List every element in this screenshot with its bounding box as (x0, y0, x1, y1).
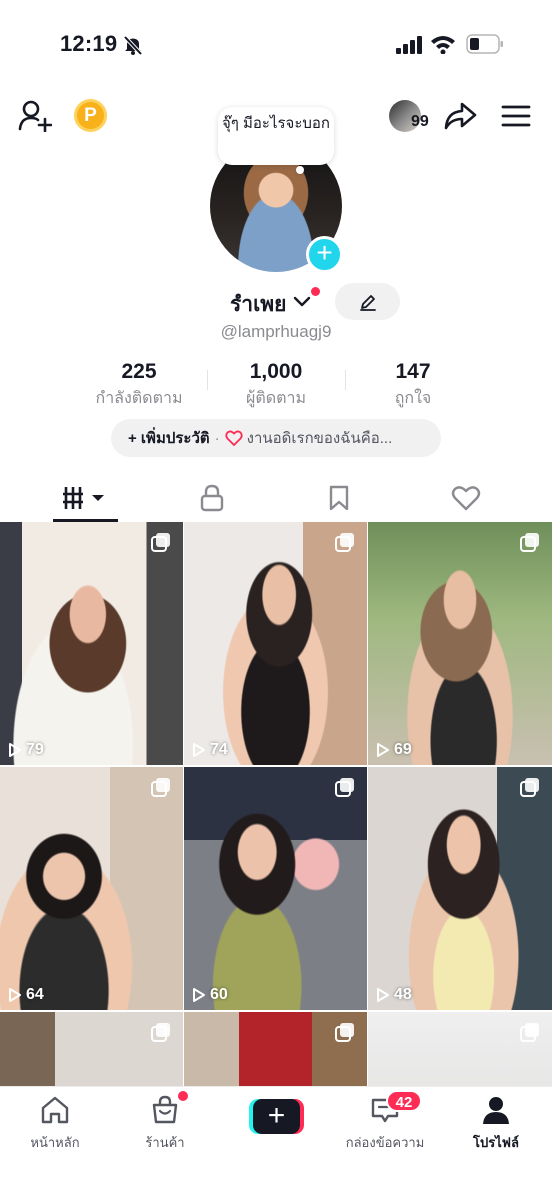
play-icon (193, 743, 205, 757)
friends-count: 99 (411, 113, 429, 130)
multi-photo-icon (520, 778, 539, 797)
create-button[interactable]: + (249, 1099, 304, 1134)
multi-photo-icon (335, 1023, 354, 1042)
multi-photo-icon (151, 778, 170, 797)
bio-hint-text: งานอดิเรกของฉันคือ... (246, 430, 393, 447)
menu-icon[interactable] (501, 104, 531, 128)
view-count: 74 (192, 741, 228, 759)
play-icon (193, 988, 205, 1002)
stat-likes[interactable]: 147 ถูกใจ (333, 360, 493, 411)
shop-notification-dot (178, 1091, 188, 1101)
chevron-down-icon[interactable] (293, 295, 311, 309)
add-story-plus-icon[interactable]: + (306, 236, 343, 273)
stat-following-label: กำลังติดตาม (95, 390, 183, 407)
stat-following[interactable]: 225 กำลังติดตาม (59, 360, 219, 411)
play-icon (9, 988, 21, 1002)
play-icon (377, 988, 389, 1002)
nav-profile[interactable]: โปรไฟล์ (451, 1095, 541, 1153)
bottom-nav: หน้าหลัก ร้านค้า + กล่องข้อความ 42 โปรไฟ… (0, 1086, 552, 1200)
video-grid: 79 74 69 64 60 48 (0, 522, 552, 1086)
stat-likes-label: ถูกใจ (394, 390, 432, 407)
tab-favorites[interactable] (307, 478, 371, 518)
play-icon (9, 743, 21, 757)
profile-icon (483, 1097, 509, 1124)
view-count: 48 (376, 986, 412, 1004)
stat-followers-value: 1,000 (249, 360, 303, 383)
view-count: 79 (8, 741, 44, 759)
video-thumbnail[interactable]: 79 (0, 522, 183, 765)
note-bubble-tail (296, 166, 304, 174)
edit-profile-button[interactable] (335, 283, 400, 320)
inbox-badge: 42 (386, 1090, 422, 1112)
status-time: 12:19 (60, 31, 118, 56)
nav-home[interactable]: หน้าหลัก (10, 1095, 100, 1153)
view-count-value: 69 (394, 741, 412, 758)
multi-photo-icon (520, 533, 539, 552)
view-count-value: 74 (210, 741, 228, 758)
tab-private[interactable] (180, 478, 244, 518)
add-bio-button[interactable]: + เพิ่มประวัติ · งานอดิเรกของฉันคือ... (111, 419, 441, 457)
nav-inbox-label: กล่องข้อความ (345, 1135, 425, 1150)
stat-likes-value: 147 (395, 360, 431, 383)
battery-icon (466, 34, 503, 54)
video-thumbnail[interactable]: 60 (184, 767, 367, 1010)
multi-photo-icon (520, 1023, 539, 1042)
username: @lamprhuagj9 (220, 322, 332, 341)
pencil-icon (359, 294, 376, 311)
video-thumbnail[interactable]: 69 (368, 522, 552, 765)
view-count: 60 (192, 986, 228, 1004)
view-count-value: 60 (210, 986, 228, 1003)
tab-videos[interactable] (53, 478, 117, 518)
share-icon[interactable] (443, 101, 477, 131)
stat-followers[interactable]: 1,000 ผู้ติดตาม (196, 360, 356, 411)
heart-icon (451, 486, 481, 511)
play-icon (377, 743, 389, 757)
status-bar: 12:19 (0, 0, 552, 90)
video-thumbnail[interactable]: 64 (0, 767, 183, 1010)
multi-photo-icon (335, 533, 354, 552)
display-name[interactable]: รำเพย (230, 288, 286, 321)
notification-dot (311, 287, 320, 296)
view-count: 64 (8, 986, 44, 1004)
shopping-bag-icon (152, 1095, 178, 1124)
video-thumbnail[interactable] (184, 1012, 367, 1086)
bell-off-icon (123, 35, 143, 56)
add-bio-label: + เพิ่มประวัติ (128, 430, 210, 447)
view-count-value: 64 (26, 986, 44, 1003)
home-icon (41, 1096, 69, 1124)
view-count: 69 (376, 741, 412, 759)
plus-icon: + (253, 1099, 300, 1134)
multi-photo-icon (151, 533, 170, 552)
tab-liked[interactable] (434, 478, 498, 518)
video-thumbnail[interactable]: 74 (184, 522, 367, 765)
multi-photo-icon (151, 1023, 170, 1042)
nav-home-label: หน้าหลัก (30, 1135, 80, 1150)
grid-icon (63, 487, 104, 509)
nav-profile-label: โปรไฟล์ (473, 1135, 519, 1150)
video-thumbnail[interactable]: 48 (368, 767, 552, 1010)
coin-icon[interactable]: P (74, 99, 107, 132)
wifi-icon (431, 36, 455, 54)
video-thumbnail[interactable] (368, 1012, 552, 1086)
add-friend-icon[interactable] (18, 100, 52, 132)
stat-followers-label: ผู้ติดตาม (245, 390, 307, 407)
video-thumbnail[interactable] (0, 1012, 183, 1086)
bio-separator: · (214, 429, 220, 447)
cellular-signal-icon (396, 36, 422, 54)
multi-photo-icon (335, 778, 354, 797)
lock-icon (200, 484, 224, 512)
heart-outline-icon (224, 430, 243, 446)
nav-shop[interactable]: ร้านค้า (120, 1095, 210, 1153)
bookmark-icon (329, 485, 349, 511)
nav-shop-label: ร้านค้า (145, 1135, 185, 1150)
stat-following-value: 225 (121, 360, 157, 383)
note-bubble[interactable]: จุ๊ๆ มีอะไรจะบอก (218, 107, 334, 165)
view-count-value: 79 (26, 741, 44, 758)
view-count-value: 48 (394, 986, 412, 1003)
